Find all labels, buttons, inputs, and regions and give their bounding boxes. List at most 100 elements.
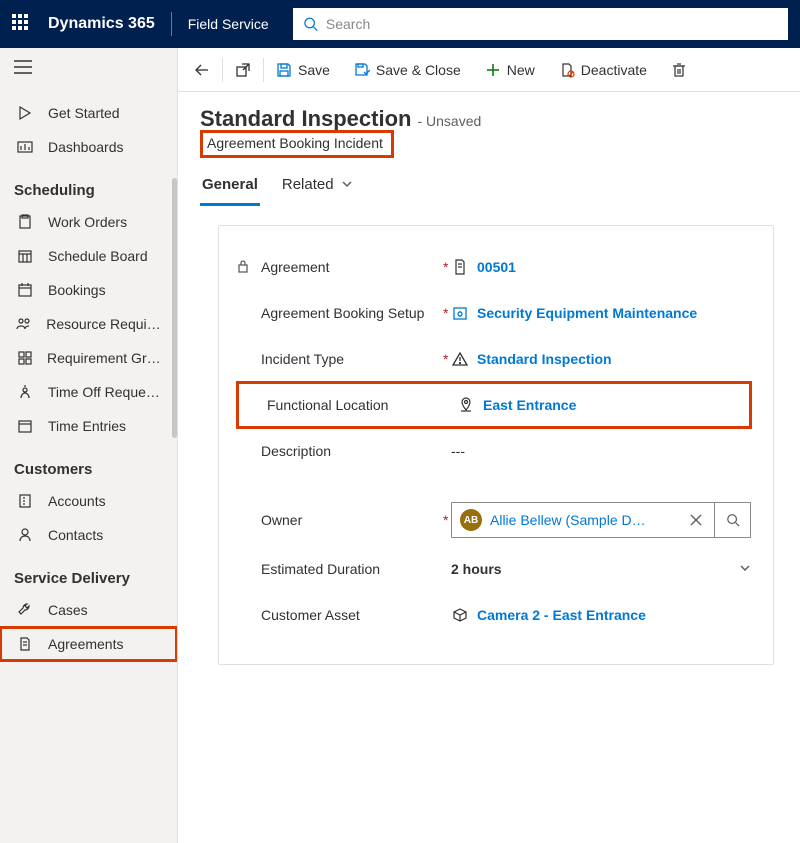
- location-icon: [457, 397, 475, 413]
- play-icon: [14, 105, 36, 121]
- field-value-link[interactable]: Standard Inspection: [477, 351, 612, 367]
- grid-icon: [14, 350, 35, 366]
- entity-name: Agreement Booking Incident: [207, 135, 383, 151]
- nav-contacts[interactable]: Contacts: [0, 518, 177, 552]
- unsaved-indicator: - Unsaved: [417, 113, 481, 129]
- global-search[interactable]: [293, 8, 788, 40]
- nav-label: Requirement Gro…: [47, 350, 163, 366]
- field-label: Customer Asset: [261, 607, 360, 623]
- field-value-link[interactable]: East Entrance: [483, 397, 576, 413]
- calendar-grid-icon: [14, 248, 36, 264]
- required-indicator: *: [443, 512, 451, 528]
- gear-calendar-icon: [451, 305, 469, 321]
- tab-general[interactable]: General: [200, 170, 260, 206]
- required-indicator: *: [443, 259, 451, 275]
- tab-label: Related: [282, 176, 334, 193]
- app-launcher-icon[interactable]: [12, 14, 32, 34]
- nav-label: Dashboards: [48, 139, 124, 155]
- nav-agreements[interactable]: Agreements: [0, 627, 177, 661]
- field-value-link[interactable]: Camera 2 - East Entrance: [477, 607, 646, 623]
- nav-get-started[interactable]: Get Started: [0, 96, 177, 130]
- nav-label: Cases: [48, 602, 88, 618]
- back-button[interactable]: [182, 48, 222, 91]
- nav-label: Get Started: [48, 105, 120, 121]
- new-button[interactable]: New: [473, 48, 547, 91]
- section-customers: Customers: [0, 443, 177, 484]
- building-icon: [14, 493, 36, 509]
- nav-requirement-groups[interactable]: Requirement Gro…: [0, 341, 177, 375]
- new-label: New: [507, 62, 535, 78]
- field-incident-type[interactable]: Incident Type * Standard Inspection: [237, 336, 751, 382]
- trash-icon: [671, 62, 687, 78]
- owner-name[interactable]: Allie Bellew (Sample D…: [490, 512, 646, 528]
- field-value-link[interactable]: 00501: [477, 259, 516, 275]
- brand-name: Dynamics 365: [48, 15, 155, 33]
- deactivate-button[interactable]: Deactivate: [547, 48, 659, 91]
- save-close-button[interactable]: Save & Close: [342, 48, 473, 91]
- plus-icon: [485, 62, 501, 78]
- nav-cases[interactable]: Cases: [0, 593, 177, 627]
- save-button[interactable]: Save: [264, 48, 342, 91]
- avatar: AB: [460, 509, 482, 531]
- field-functional-location[interactable]: Functional Location East Entrance: [237, 382, 751, 428]
- app-name: Field Service: [188, 16, 269, 32]
- main-content: Save Save & Close New Deactivate Standar…: [178, 48, 800, 843]
- nav-label: Contacts: [48, 527, 103, 543]
- nav-collapse-button[interactable]: [0, 48, 177, 86]
- field-label: Agreement Booking Setup: [261, 305, 424, 321]
- header-divider: [171, 12, 172, 36]
- field-label: Description: [261, 443, 331, 459]
- field-label: Agreement: [261, 259, 329, 275]
- clipboard-icon: [14, 214, 36, 230]
- open-new-window-button[interactable]: [223, 48, 263, 91]
- nav-work-orders[interactable]: Work Orders: [0, 205, 177, 239]
- command-bar: Save Save & Close New Deactivate: [178, 48, 800, 92]
- field-label: Owner: [261, 512, 302, 528]
- nav-time-off-requests[interactable]: Time Off Requests: [0, 375, 177, 409]
- field-value: ---: [451, 443, 465, 459]
- search-icon: [303, 16, 318, 32]
- save-close-label: Save & Close: [376, 62, 461, 78]
- deactivate-label: Deactivate: [581, 62, 647, 78]
- nav-label: Time Off Requests: [48, 384, 163, 400]
- calendar-icon: [14, 418, 36, 434]
- nav-label: Accounts: [48, 493, 106, 509]
- field-agreement[interactable]: Agreement * 00501: [237, 244, 751, 290]
- dashboard-icon: [14, 139, 36, 155]
- owner-lookup[interactable]: AB Allie Bellew (Sample D…: [451, 502, 751, 538]
- page-header: Standard Inspection - Unsaved Agreement …: [178, 92, 800, 665]
- nav-bookings[interactable]: Bookings: [0, 273, 177, 307]
- nav-label: Agreements: [48, 636, 123, 652]
- vacation-icon: [14, 384, 36, 400]
- field-description[interactable]: Description ---: [237, 428, 751, 474]
- nav-label: Bookings: [48, 282, 106, 298]
- field-estimated-duration[interactable]: Estimated Duration 2 hours: [237, 546, 751, 592]
- nav-accounts[interactable]: Accounts: [0, 484, 177, 518]
- duration-dropdown[interactable]: [739, 561, 751, 577]
- field-value-link[interactable]: Security Equipment Maintenance: [477, 305, 697, 321]
- nav-label: Resource Require…: [46, 316, 163, 332]
- chevron-down-icon: [739, 562, 751, 574]
- field-booking-setup[interactable]: Agreement Booking Setup * Security Equip…: [237, 290, 751, 336]
- delete-button[interactable]: [659, 48, 699, 91]
- nav-resource-requirements[interactable]: Resource Require…: [0, 307, 177, 341]
- field-value: 2 hours: [451, 561, 502, 577]
- nav-schedule-board[interactable]: Schedule Board: [0, 239, 177, 273]
- wrench-icon: [14, 602, 36, 618]
- lookup-search-button[interactable]: [714, 503, 750, 537]
- page-title: Standard Inspection: [200, 106, 411, 132]
- search-icon: [726, 513, 740, 527]
- nav-label: Work Orders: [48, 214, 127, 230]
- nav-label: Schedule Board: [48, 248, 148, 264]
- tab-related[interactable]: Related: [280, 170, 354, 206]
- clear-owner-button[interactable]: [678, 503, 714, 537]
- sidebar-scrollbar[interactable]: [171, 48, 177, 843]
- entity-name-highlight: Agreement Booking Incident: [200, 130, 394, 158]
- field-customer-asset[interactable]: Customer Asset Camera 2 - East Entrance: [237, 592, 751, 638]
- nav-dashboards[interactable]: Dashboards: [0, 130, 177, 164]
- search-input[interactable]: [326, 16, 778, 32]
- calendar-icon: [14, 282, 36, 298]
- nav-time-entries[interactable]: Time Entries: [0, 409, 177, 443]
- field-owner[interactable]: Owner * AB Allie Bellew (Sample D…: [237, 494, 751, 546]
- person-icon: [14, 527, 36, 543]
